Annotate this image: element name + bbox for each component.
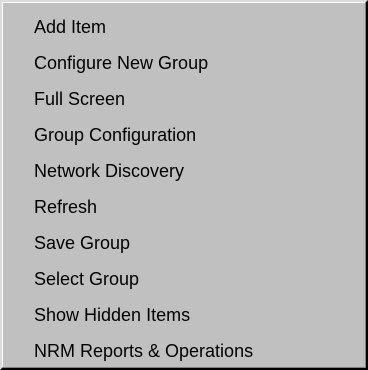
context-menu: Add Item Configure New Group Full Screen… — [0, 0, 368, 370]
menu-item-show-hidden-items[interactable]: Show Hidden Items — [2, 297, 366, 333]
menu-item-group-configuration[interactable]: Group Configuration — [2, 117, 366, 153]
menu-item-refresh[interactable]: Refresh — [2, 189, 366, 225]
menu-item-full-screen[interactable]: Full Screen — [2, 81, 366, 117]
menu-item-save-group[interactable]: Save Group — [2, 225, 366, 261]
context-menu-list: Add Item Configure New Group Full Screen… — [2, 2, 366, 369]
menu-item-add-item[interactable]: Add Item — [2, 9, 366, 45]
menu-item-network-discovery[interactable]: Network Discovery — [2, 153, 366, 189]
menu-item-nrm-reports-operations[interactable]: NRM Reports & Operations — [2, 333, 366, 369]
menu-item-select-group[interactable]: Select Group — [2, 261, 366, 297]
menu-item-configure-new-group[interactable]: Configure New Group — [2, 45, 366, 81]
